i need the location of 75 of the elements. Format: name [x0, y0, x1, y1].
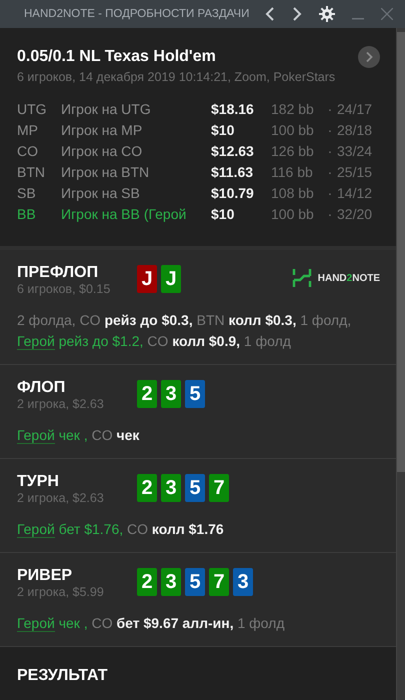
logo-text: HAND2NOTE — [318, 272, 380, 284]
player-stats: 24/17 — [337, 100, 372, 116]
separator-dot: · — [326, 142, 334, 158]
separator-dot: · — [326, 164, 334, 180]
street-info: 2 игрока, $5.99 — [17, 585, 105, 599]
player-bb: 100 bb — [271, 206, 315, 222]
player-bb: 182 bb — [271, 100, 315, 116]
street-title: РИВЕР — [17, 567, 74, 585]
action-line: 2 фолда, CO рейз до $0.3, BTN колл $0.3, 1 фолд, Герой рейз до $1.2, CO колл $0.9, 1 фолд — [17, 311, 352, 352]
player-stack: $10 — [211, 206, 236, 222]
playing-card: 3 — [161, 474, 181, 502]
street-info: 6 игроков, $0.15 — [17, 282, 112, 296]
hero-tag: (Герой — [144, 206, 186, 222]
action-line: Герой чек , CO бет $9.67 алл-ин, 1 фолд — [17, 614, 286, 634]
street-title: ТУРН — [17, 473, 60, 491]
player-stack: $10.79 — [211, 184, 255, 200]
playing-card: J — [137, 265, 157, 293]
scrollbar[interactable] — [396, 28, 405, 700]
player-position: UTG — [17, 100, 48, 116]
hand-title: 0.05/0.1 NL Texas Hold'em — [17, 48, 216, 66]
playing-card: 5 — [185, 568, 205, 596]
forward-icon[interactable] — [292, 7, 302, 21]
settings-icon[interactable] — [319, 6, 336, 22]
player-stack: $18.16 — [211, 100, 255, 116]
player-name: Игрок на UTG — [61, 100, 151, 116]
player-position: BTN — [17, 164, 46, 180]
playing-card: J — [161, 265, 181, 293]
player-position: MP — [17, 122, 39, 138]
separator-dot: · — [326, 122, 334, 138]
street-title: ФЛОП — [17, 379, 66, 397]
playing-card: 3 — [161, 380, 181, 408]
result-title: РЕЗУЛЬТАТ — [17, 667, 109, 685]
player-name: Игрок на MP — [61, 122, 142, 138]
action-line: Герой чек , CO чек — [17, 426, 140, 446]
playing-card: 5 — [185, 380, 205, 408]
playing-card: 2 — [137, 568, 157, 596]
player-bb: 126 bb — [271, 142, 315, 158]
playing-card: 7 — [209, 568, 229, 596]
player-position: CO — [17, 142, 39, 158]
playing-card: 3 — [233, 568, 253, 596]
playing-card: 3 — [161, 568, 181, 596]
player-bb: 100 bb — [271, 122, 315, 138]
separator-dot: · — [326, 206, 334, 222]
playing-card: 5 — [185, 474, 205, 502]
hand-subtitle: 6 игроков, 14 декабря 2019 10:14:21, Zoom, PokerStars — [17, 70, 336, 84]
logo-icon — [292, 268, 312, 288]
playing-card: 2 — [137, 474, 157, 502]
player-stats: 32/20 — [337, 206, 372, 222]
player-stack: $11.63 — [211, 164, 254, 180]
player-stack: $12.63 — [211, 142, 255, 158]
player-position: BB — [17, 206, 37, 222]
playing-card: 7 — [209, 474, 229, 502]
separator-dot: · — [326, 184, 334, 200]
player-stats: 33/24 — [337, 142, 372, 158]
window-title: HAND2NOTE - ПОДРОБНОСТИ РАЗДАЧИ — [24, 8, 250, 20]
street-info: 2 игрока, $2.63 — [17, 491, 105, 505]
player-position: SB — [17, 184, 37, 200]
back-icon[interactable] — [265, 7, 276, 21]
player-bb: 108 bb — [271, 184, 315, 200]
player-bb: 116 bb — [271, 164, 314, 180]
action-line: Герой бет $1.76, CO колл $1.76 — [17, 520, 225, 540]
player-stats: 25/15 — [337, 164, 372, 180]
player-name: Игрок на CO — [61, 142, 142, 158]
separator-dot: · — [326, 100, 334, 116]
player-stack: $10 — [211, 122, 236, 138]
playing-card: 2 — [137, 380, 157, 408]
player-name: Игрок на BTN — [61, 164, 150, 180]
player-name: Игрок на SB — [61, 184, 140, 200]
street-title: ПРЕФЛОП — [17, 264, 100, 282]
street-info: 2 игрока, $2.63 — [17, 397, 105, 411]
next-button-icon[interactable] — [358, 46, 380, 68]
player-stats: 28/18 — [337, 122, 372, 138]
player-stats: 14/12 — [337, 184, 372, 200]
scrollbar-thumb[interactable] — [397, 32, 405, 472]
player-name[interactable]: Игрок на BB — [61, 206, 140, 222]
